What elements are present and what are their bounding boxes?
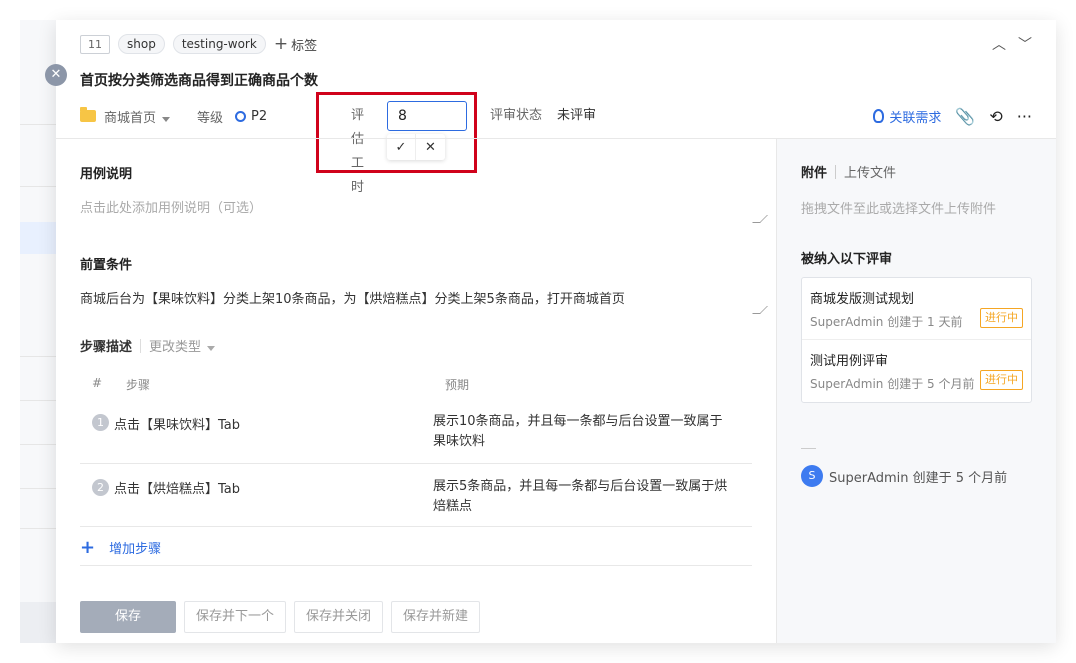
divider [80, 565, 752, 566]
tag-bar: 11 shop testing-work + 标签 [80, 34, 317, 54]
caret-down-icon [162, 116, 171, 122]
background-row-divider [20, 528, 56, 529]
background-row-divider [20, 488, 56, 489]
description-textarea[interactable]: 点击此处添加用例说明（可选） [80, 197, 768, 223]
case-id: 11 [80, 34, 110, 54]
add-step-button[interactable]: + 增加步骤 [80, 537, 161, 558]
lightbulb-icon [873, 109, 885, 123]
col-num: # [92, 376, 103, 390]
tag-testing-work[interactable]: testing-work [172, 34, 266, 54]
nav-arrows: ︿ ﹀ [992, 34, 1032, 54]
history-icon[interactable]: ⟲ [989, 107, 1002, 126]
background-row-divider [20, 186, 56, 187]
priority-circle-icon [235, 110, 247, 122]
background-app [20, 20, 60, 643]
description-title: 用例说明 [80, 167, 133, 182]
add-tag-label: 标签 [291, 38, 318, 54]
precondition-textarea[interactable]: 商城后台为【果味饮料】分类上架10条商品，为【烘焙糕点】分类上架5条商品，打开商… [80, 288, 768, 314]
creator-text: SuperAdmin 创建于 5 个月前 [829, 470, 1008, 486]
precondition-text: 商城后台为【果味饮料】分类上架10条商品，为【烘焙糕点】分类上架5条商品，打开商… [80, 292, 625, 307]
upload-file-button[interactable]: 上传文件 [844, 162, 896, 181]
resize-handle[interactable] [752, 215, 768, 223]
col-expected: 预期 [445, 378, 470, 392]
step-number: 1 [92, 414, 109, 431]
save-next-button[interactable]: 保存并下一个 [184, 601, 287, 633]
creator-info: S SuperAdmin 创建于 5 个月前 [801, 465, 1007, 487]
background-row-divider [20, 124, 56, 125]
separator [835, 164, 837, 179]
footer-actions: 保存 保存并下一个 保存并关闭 保存并新建 [80, 601, 481, 633]
description-placeholder: 点击此处添加用例说明（可选） [80, 201, 263, 216]
chevron-down-icon[interactable]: ﹀ [1018, 34, 1032, 54]
step-expected: 展示10条商品，并且每一条都与后台设置一致属于果味饮料 [433, 414, 723, 449]
drop-zone[interactable]: 拖拽文件至此或选择文件上传附件 [801, 198, 996, 217]
paperclip-icon[interactable]: 📎 [955, 107, 975, 126]
save-new-button[interactable]: 保存并新建 [391, 601, 481, 633]
meta-actions: 关联需求 📎 ⟲ ··· [873, 104, 1032, 128]
add-step-label: 增加步骤 [109, 542, 162, 557]
save-button[interactable]: 保存 [80, 601, 176, 633]
level-value[interactable]: P2 [251, 109, 267, 124]
review-name: 测试用例评审 [810, 354, 889, 369]
background-row-divider [20, 444, 56, 445]
module-select[interactable]: 商城首页 [104, 107, 171, 126]
change-type-label: 更改类型 [149, 340, 202, 355]
status-badge: 进行中 [980, 308, 1023, 328]
step-number: 2 [92, 479, 109, 496]
separator [140, 338, 142, 353]
highlight-box [316, 92, 477, 173]
background-selected-row [20, 222, 56, 254]
linked-requirement-button[interactable]: 关联需求 [873, 107, 941, 126]
review-item[interactable]: 商城发版测试规划 SuperAdmin 创建于 1 天前 进行中 [802, 278, 1031, 340]
review-item[interactable]: 测试用例评审 SuperAdmin 创建于 5 个月前 进行中 [802, 340, 1031, 402]
folder-icon [80, 107, 96, 122]
plus-icon: + [273, 33, 289, 54]
case-detail-drawer: 11 shop testing-work + 标签 ︿ ﹀ 首页按分类筛选商品得… [56, 20, 1056, 643]
background-footer [20, 602, 56, 643]
caret-down-icon [207, 346, 216, 351]
level-label: 等级 [197, 110, 224, 126]
chevron-up-icon[interactable]: ︿ [992, 34, 1006, 54]
steps-table-header: # 步骤 预期 [80, 376, 752, 400]
table-row[interactable]: 2 点击【烘焙糕点】Tab 展示5条商品，并且每一条都与后台设置一致属于烘焙糕点 [80, 464, 752, 527]
close-icon: ✕ [50, 67, 62, 82]
reviews-title: 被纳入以下评审 [801, 252, 893, 267]
resize-handle[interactable] [752, 306, 768, 314]
background-row-divider [20, 400, 56, 401]
step-text: 点击【果味饮料】Tab [114, 418, 241, 433]
close-drawer-button[interactable]: ✕ [45, 64, 67, 86]
case-title[interactable]: 首页按分类筛选商品得到正确商品个数 [80, 70, 318, 90]
linked-requirement-label: 关联需求 [889, 110, 942, 126]
plus-icon: + [80, 537, 96, 558]
attachments-title: 附件 [801, 166, 828, 181]
reviews-card: 商城发版测试规划 SuperAdmin 创建于 1 天前 进行中 测试用例评审 … [801, 277, 1032, 403]
module-value: 商城首页 [104, 110, 157, 126]
avatar: S [801, 465, 823, 487]
attachments-header: 附件 上传文件 [801, 162, 896, 181]
step-text: 点击【烘焙糕点】Tab [114, 482, 241, 497]
divider [801, 448, 816, 449]
col-step: 步骤 [126, 378, 151, 392]
save-close-button[interactable]: 保存并关闭 [294, 601, 384, 633]
step-expected: 展示5条商品，并且每一条都与后台设置一致属于烘焙糕点 [433, 479, 728, 514]
table-row[interactable]: 1 点击【果味饮料】Tab 展示10条商品，并且每一条都与后台设置一致属于果味饮… [80, 403, 752, 464]
side-panel-divider [776, 138, 777, 643]
review-status-label: 评审状态 [490, 108, 543, 123]
precondition-title: 前置条件 [80, 258, 133, 273]
tag-shop[interactable]: shop [118, 34, 165, 54]
review-status-value: 未评审 [557, 108, 597, 123]
steps-header: 步骤描述 更改类型 [80, 336, 216, 355]
change-type-select[interactable]: 更改类型 [149, 336, 216, 355]
add-tag-button[interactable]: + 标签 [274, 35, 317, 54]
steps-title: 步骤描述 [80, 340, 133, 355]
more-icon[interactable]: ··· [1017, 107, 1032, 126]
status-badge: 进行中 [980, 370, 1023, 390]
review-name: 商城发版测试规划 [810, 292, 915, 307]
background-row-divider [20, 356, 56, 357]
meta-row: 商城首页 等级 P2 评估工时 [80, 104, 364, 195]
